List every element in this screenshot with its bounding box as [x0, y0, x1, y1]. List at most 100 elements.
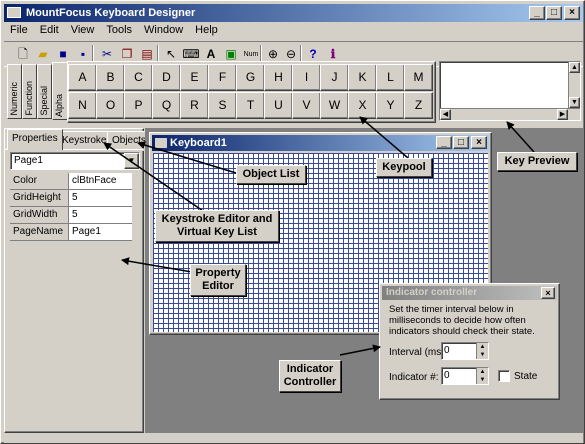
key-preview-hscrollbar[interactable]: ◀ ▶ — [440, 108, 580, 120]
property-name: GridHeight — [10, 190, 69, 207]
key-preview-vscrollbar[interactable]: ▲ ▼ — [568, 62, 580, 108]
property-row[interactable]: GridHeight 5 — [10, 190, 132, 207]
chevron-down-icon[interactable]: ▼ — [124, 153, 139, 169]
indicator-number-spinner[interactable]: 0 ▲ ▼ — [441, 367, 489, 385]
keypool: A B C D E F G H I J K L M N O P Q R S T … — [67, 61, 436, 123]
tab-properties[interactable]: Properties — [7, 129, 63, 150]
title-bar[interactable]: MountFocus Keyboard Designer _ □ × — [4, 4, 583, 22]
key-i[interactable]: I — [292, 64, 321, 91]
tab-alpha-label: Alpha — [54, 93, 64, 117]
menu-file[interactable]: File — [4, 22, 34, 40]
scroll-down-icon[interactable]: ▼ — [569, 97, 580, 108]
new-file-icon[interactable]: 🗋 — [12, 44, 34, 65]
menu-edit[interactable]: Edit — [34, 22, 65, 40]
key-k[interactable]: K — [348, 64, 377, 91]
scroll-right-icon[interactable]: ▶ — [557, 109, 568, 120]
state-label: State — [514, 371, 538, 382]
property-row[interactable]: PageName Page1 — [10, 224, 132, 241]
key-j[interactable]: J — [320, 64, 349, 91]
state-checkbox[interactable] — [498, 370, 510, 382]
maximize-button[interactable]: □ — [546, 6, 562, 20]
indicator-title: Indicator controller — [386, 287, 478, 298]
key-q[interactable]: Q — [152, 92, 181, 119]
tab-special[interactable]: Special — [37, 64, 52, 119]
app-icon — [7, 7, 21, 18]
interval-value: 0 — [444, 345, 450, 356]
menu-tools[interactable]: Tools — [100, 22, 138, 40]
indicator-close-button[interactable]: × — [541, 287, 555, 299]
menu-help[interactable]: Help — [189, 22, 224, 40]
property-name: Color — [10, 173, 69, 190]
property-name: PageName — [10, 224, 69, 241]
key-z[interactable]: Z — [404, 92, 433, 119]
tab-numeric-label: Numeric — [9, 82, 19, 116]
key-c[interactable]: C — [124, 64, 153, 91]
status-bar — [4, 434, 583, 443]
key-x[interactable]: X — [348, 92, 377, 119]
tab-alpha[interactable]: Alpha — [52, 62, 67, 120]
property-row[interactable]: Color clBtnFace — [10, 173, 132, 190]
open-folder-icon[interactable]: ▰ — [32, 44, 54, 65]
spin-arrows-icon[interactable]: ▲ ▼ — [476, 368, 488, 384]
indicator-description: Set the timer interval below in millisec… — [389, 304, 535, 337]
tab-special-label: Special — [39, 86, 49, 116]
key-n[interactable]: N — [68, 92, 97, 119]
key-g[interactable]: G — [236, 64, 265, 91]
interval-spinner[interactable]: 0 ▲ ▼ — [441, 342, 489, 360]
key-a[interactable]: A — [68, 64, 97, 91]
keyboard-minimize-button[interactable]: _ — [436, 136, 452, 149]
page-select-value: Page1 — [14, 155, 43, 166]
close-button[interactable]: × — [564, 6, 580, 20]
property-value[interactable]: 5 — [69, 207, 132, 224]
tab-function[interactable]: Function — [22, 64, 37, 119]
key-r[interactable]: R — [180, 92, 209, 119]
minimize-button[interactable]: _ — [529, 6, 545, 20]
key-p[interactable]: P — [124, 92, 153, 119]
key-s[interactable]: S — [208, 92, 237, 119]
scroll-left-icon[interactable]: ◀ — [440, 109, 451, 120]
property-value[interactable]: clBtnFace — [69, 173, 132, 190]
callout-indicator-controller: Indicator Controller — [279, 360, 341, 392]
keypool-tabs: Numeric Function Special Alpha — [7, 62, 67, 120]
keyboard-close-button[interactable]: × — [471, 136, 487, 149]
indicator-number-value: 0 — [444, 370, 450, 381]
callout-property-editor: Property Editor — [190, 264, 246, 296]
key-t[interactable]: T — [236, 92, 265, 119]
callout-keystroke-editor: Keystroke Editor and Virtual Key List — [155, 210, 279, 242]
callout-keypool: Keypool — [376, 158, 432, 177]
key-f[interactable]: F — [208, 64, 237, 91]
key-y[interactable]: Y — [376, 92, 405, 119]
key-preview: ▲ ▼ ◀ ▶ — [439, 61, 581, 121]
page-select[interactable]: Page1 ▼ — [10, 152, 140, 170]
tab-numeric[interactable]: Numeric — [7, 64, 22, 119]
key-h[interactable]: H — [264, 64, 293, 91]
keyboard-window-title: Keyboard1 — [170, 137, 227, 149]
menu-view[interactable]: View — [65, 22, 101, 40]
key-l[interactable]: L — [376, 64, 405, 91]
key-m[interactable]: M — [404, 64, 433, 91]
keyboard-maximize-button[interactable]: □ — [453, 136, 469, 149]
keyboard-window-icon — [155, 138, 167, 148]
keyboard-window-titlebar[interactable]: Keyboard1 _ □ × — [152, 135, 489, 151]
key-w[interactable]: W — [320, 92, 349, 119]
menu-window[interactable]: Window — [138, 22, 189, 40]
indicator-controller-window: Indicator controller × Set the timer int… — [379, 283, 560, 400]
window-title: MountFocus Keyboard Designer — [26, 7, 196, 19]
menu-bar: File Edit View Tools Window Help — [4, 22, 583, 40]
property-value[interactable]: Page1 — [69, 224, 132, 241]
key-b[interactable]: B — [96, 64, 125, 91]
indicator-titlebar[interactable]: Indicator controller × — [382, 286, 557, 300]
key-o[interactable]: O — [96, 92, 125, 119]
property-value[interactable]: 5 — [69, 190, 132, 207]
key-v[interactable]: V — [292, 92, 321, 119]
key-d[interactable]: D — [152, 64, 181, 91]
indicator-number-label: Indicator #: — [389, 372, 439, 383]
key-u[interactable]: U — [264, 92, 293, 119]
key-e[interactable]: E — [180, 64, 209, 91]
interval-label: Interval (ms): — [389, 347, 448, 358]
property-row[interactable]: GridWidth 5 — [10, 207, 132, 224]
spin-arrows-icon[interactable]: ▲ ▼ — [476, 343, 488, 359]
scroll-up-icon[interactable]: ▲ — [569, 62, 580, 73]
property-name: GridWidth — [10, 207, 69, 224]
left-panel: Properties Keystrokes Objects Page1 ▼ Co… — [4, 128, 151, 433]
